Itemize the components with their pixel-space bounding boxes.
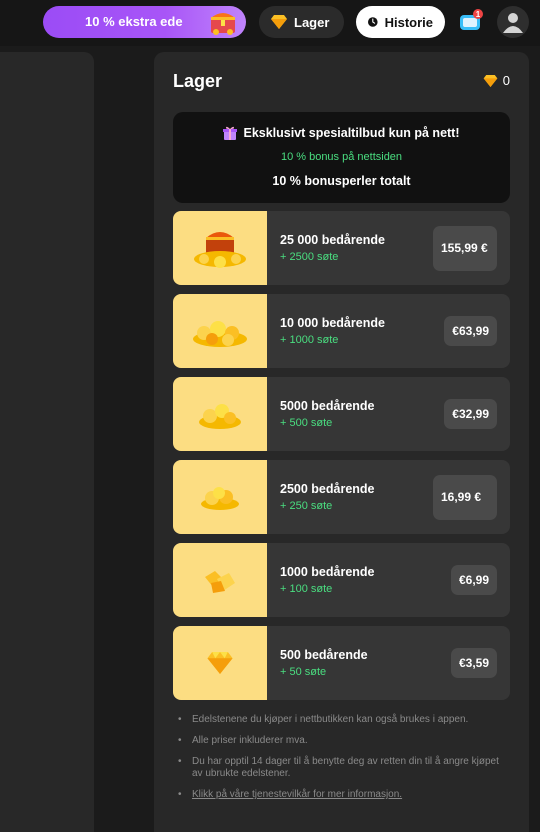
pack-bonus: + 500 søte [280,417,333,429]
price-button[interactable]: 16,99 € [433,475,497,520]
pack-name: 5000 bedårende [280,399,375,413]
offer-headline: Eksklusivt spesialtilbud kun på nett! [243,126,460,140]
special-offer-card: Eksklusivt spesialtilbud kun på nett! 10… [173,112,510,203]
price-button[interactable]: €3,59 [450,648,497,678]
promo-text: 10 % ekstra ede [85,14,183,29]
gem-pack-500[interactable]: 500 bedårende + 50 søte €3,59 [173,626,510,700]
user-avatar-icon [503,13,523,33]
pack-image [173,626,267,700]
offer-total: 10 % bonusperler totalt [272,174,411,188]
historie-button-label: Historie [384,14,433,30]
price-button[interactable]: €32,99 [444,399,497,429]
chat-notification-icon: 1 [460,9,483,30]
lager-button[interactable]: Lager [259,6,344,38]
gem-balance-value: 0 [502,73,510,88]
pack-name: 1000 bedårende [280,565,375,579]
info-notes: Edelstenene du kjøper i nettbutikken kan… [176,714,506,810]
pack-bonus: + 250 søte [280,500,333,512]
pack-bonus: + 100 søte [280,583,333,595]
gem-pack-25000[interactable]: 25 000 bedårende + 2500 søte 155,99 € [173,211,510,285]
pack-image [173,460,267,534]
offer-headline-row: Eksklusivt spesialtilbud kun på nett! [173,126,510,140]
pack-image [173,377,267,451]
note-item: Klikk på våre tjenestevilkår for mer inf… [176,789,506,801]
pack-name: 25 000 bedårende [280,233,385,247]
store-title: Lager [173,71,223,91]
lager-button-label: Lager [294,14,330,30]
store-panel: Lager 0 Eksklusivt spesialtilbud kun på … [154,52,529,832]
gem-pack-1000[interactable]: 1000 bedårende + 100 søte €6,99 [173,543,510,617]
gem-pile-icon [201,487,239,510]
notifications-button[interactable]: 1 [458,8,484,34]
treasure-chest-icon [211,13,235,35]
gem-balance: 0 [483,73,510,88]
gem-icon [207,652,233,674]
gift-icon [223,126,238,140]
gem-icon [271,15,287,29]
pack-image [173,543,267,617]
note-item: Du har opptil 14 dager til å benytte deg… [176,756,506,780]
offer-subline: 10 % bonus på nettsiden [280,151,403,163]
price-button[interactable]: 155,99 € [433,226,497,271]
pack-bonus: + 1000 søte [280,334,339,346]
clock-icon [368,17,378,27]
gem-pack-5000[interactable]: 5000 bedårende + 500 søte €32,99 [173,377,510,451]
pack-bonus: + 50 søte [280,666,327,678]
note-item: Alle priser inkluderer mva. [176,735,506,747]
pack-name: 10 000 bedårende [280,316,385,330]
left-panel [0,52,94,832]
historie-button[interactable]: Historie [356,6,445,38]
notification-count: 1 [476,10,481,19]
pack-name: 2500 bedårende [280,482,375,496]
pack-name: 500 bedårende [280,648,368,662]
gem-pack-10000[interactable]: 10 000 bedårende + 1000 søte €63,99 [173,294,510,368]
top-bar: 10 % ekstra ede Lager Historie 1 [0,0,540,46]
price-button[interactable]: €6,99 [450,565,497,595]
note-item: Edelstenene du kjøper i nettbutikken kan… [176,714,506,726]
treasure-chest-icon [194,232,246,268]
gem-pack-2500[interactable]: 2500 bedårende + 250 søte 16,99 € [173,460,510,534]
pack-bonus: + 2500 søte [280,251,339,263]
gem-icon [483,74,498,87]
gem-pile-icon [193,321,247,347]
terms-link[interactable]: Klikk på våre tjenestevilkår for mer inf… [192,789,402,800]
user-avatar[interactable] [497,6,529,38]
gem-pile-icon [205,571,235,593]
promo-banner[interactable]: 10 % ekstra ede [43,6,246,38]
pack-image [173,294,267,368]
price-button[interactable]: €63,99 [444,316,497,346]
pack-image [173,211,267,285]
gem-pile-icon [199,404,241,429]
